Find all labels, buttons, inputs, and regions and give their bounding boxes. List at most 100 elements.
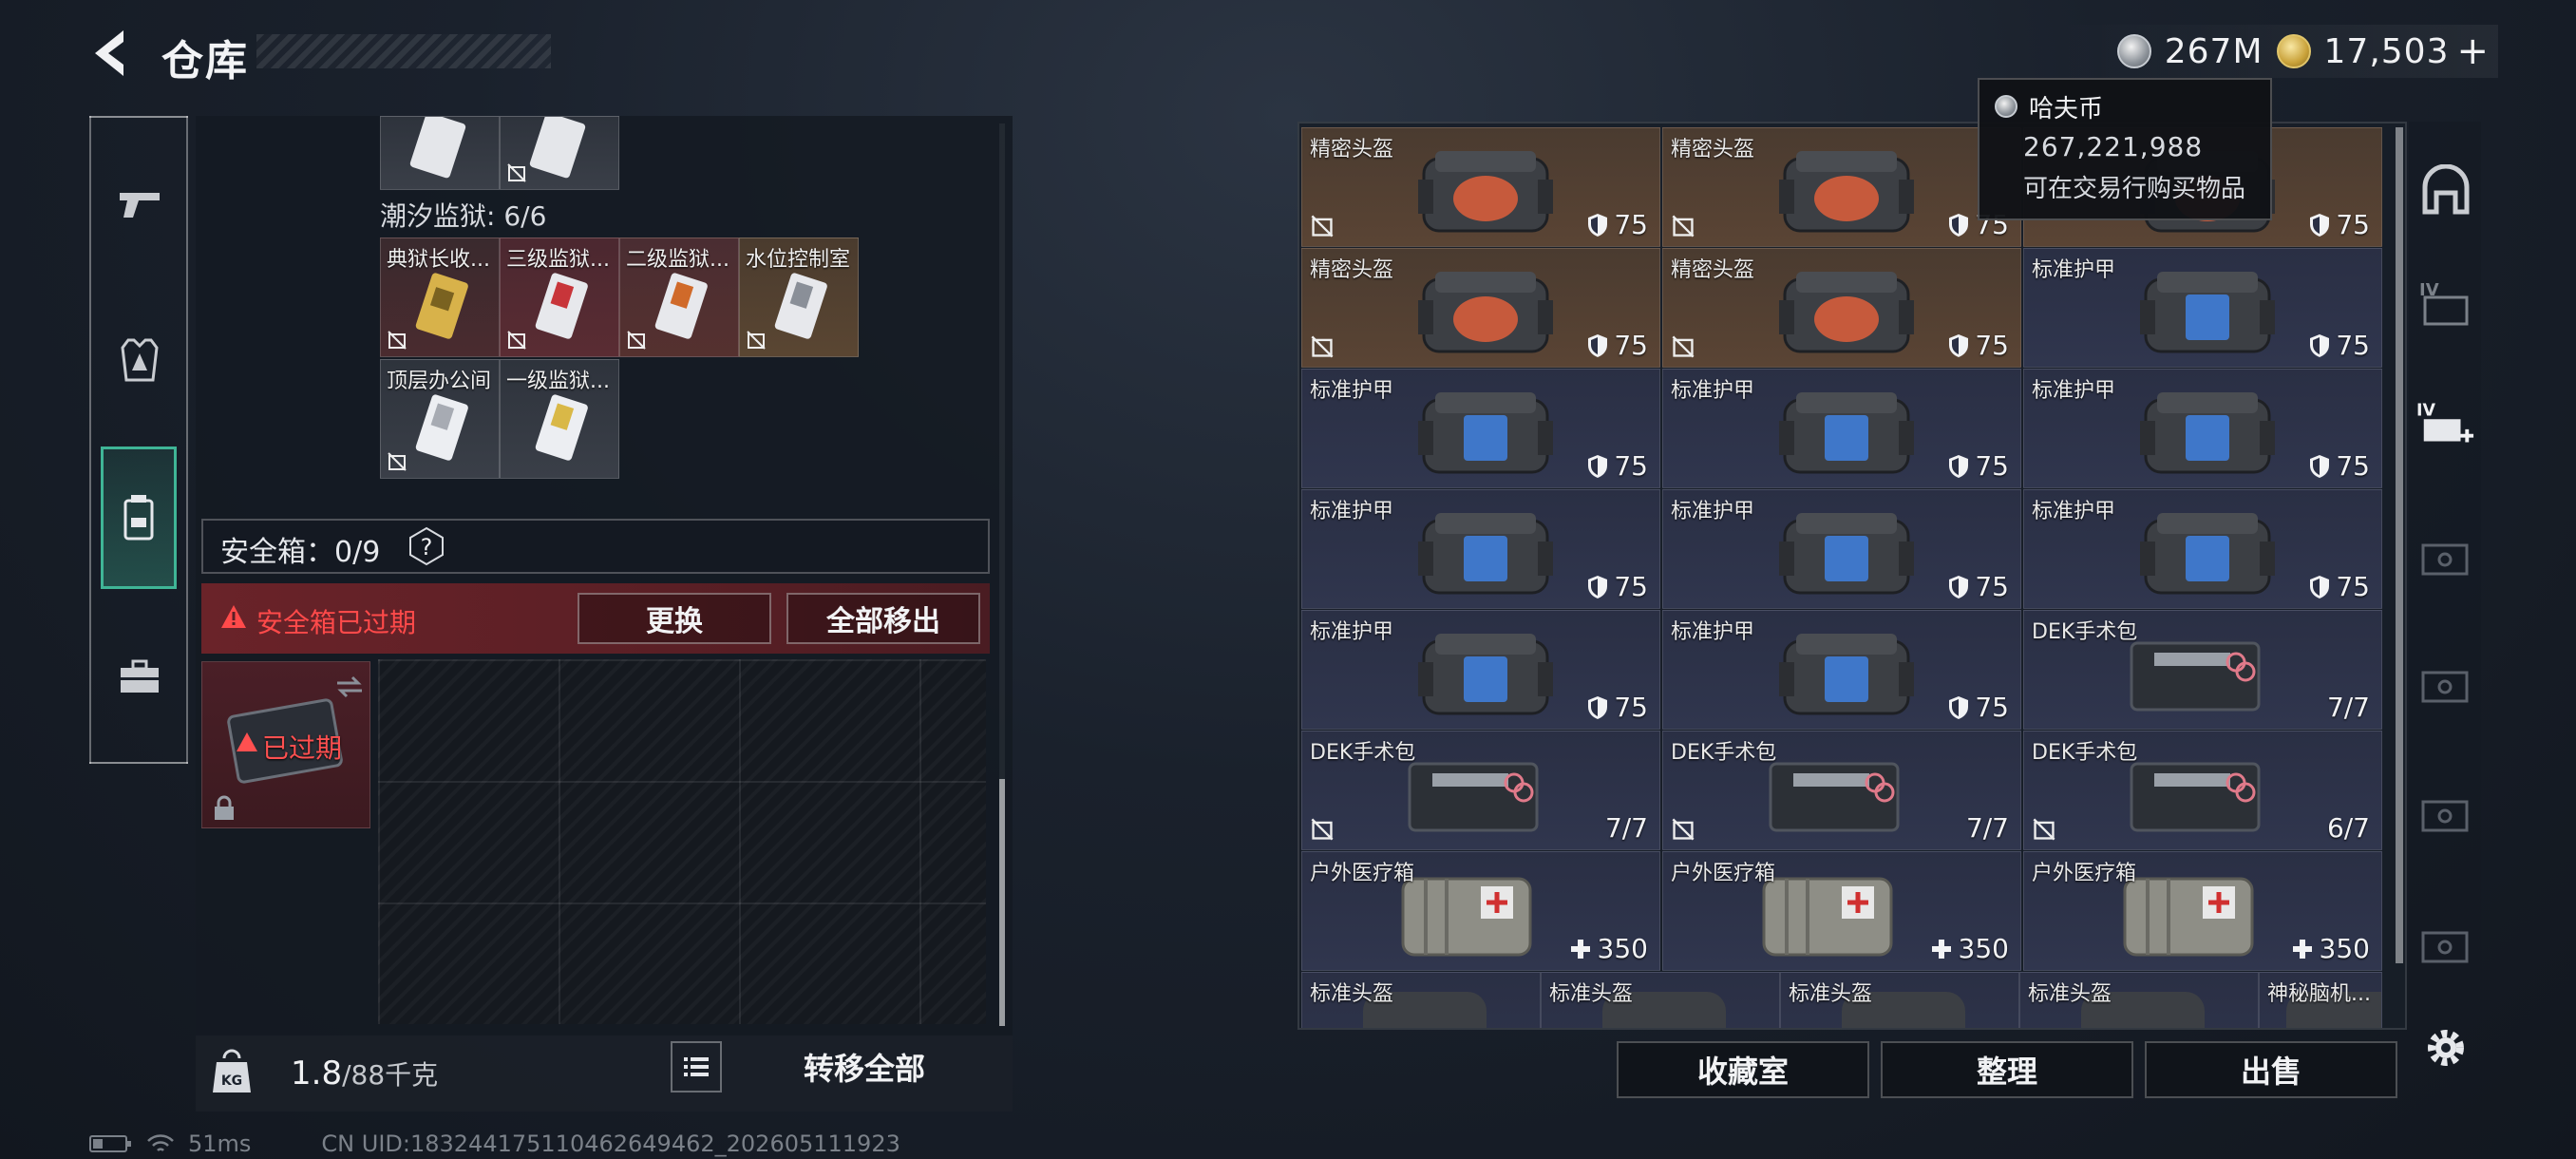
keycard-icon [415,394,468,461]
armor-icon [2140,513,2275,595]
case-icon [2421,800,2469,832]
left-scrollbar[interactable] [999,779,1005,1026]
page-title: 仓库 [161,37,249,86]
gold-coin-icon[interactable] [2276,34,2311,68]
warehouse-item[interactable]: 精密头盔 75 [1662,127,2021,247]
warehouse-item[interactable]: DEK手术包 7/7 [1301,731,1660,850]
warehouse-item[interactable]: 精密头盔 75 [1301,248,1660,368]
replace-button[interactable]: 更换 [578,593,771,644]
warehouse-item[interactable]: DEK手术包 6/7 [2023,731,2382,850]
organize-button[interactable]: 整理 [1881,1041,2133,1098]
warehouse-item[interactable]: 精密头盔 75 [1662,248,2021,368]
key-card-label: 一级监狱... [506,370,610,393]
warehouse-item[interactable]: 户外医疗箱 350 [1662,851,2021,971]
warehouse-item[interactable]: 标准护甲 75 [2023,489,2382,609]
no-insure-icon [1672,335,1695,358]
warehouse-item[interactable]: 户外医疗箱 350 [1301,851,1660,971]
item-stat: 75 [1587,571,1648,602]
warehouse-item[interactable]: 标准头盔 [1301,972,1541,1028]
remove-all-button[interactable]: 全部移出 [786,593,980,644]
key-card[interactable]: 三级监狱... [500,238,619,357]
silver-coin-icon [1995,95,2017,118]
no-insure-icon [627,331,646,350]
no-insure-icon [1311,818,1334,841]
add-storage-tab[interactable]: IV [2416,397,2475,456]
key-card[interactable]: 一级监狱... [500,359,619,479]
storage-tab-locked[interactable] [2416,656,2475,714]
help-icon[interactable]: ? [407,526,446,566]
safebox-expired-text: 安全箱已过期 [256,607,417,638]
storage-tab-main[interactable] [2416,162,2475,220]
nav-armor[interactable] [99,319,180,401]
add-currency-button[interactable]: + [2456,29,2489,73]
warehouse-item[interactable]: DEK手术包 7/7 [1662,731,2021,850]
item-name: 神秘脑机... [2267,982,2371,1006]
warehouse-item[interactable]: 标准护甲 75 [1662,369,2021,488]
expired-label: 已过期 [262,732,343,764]
durability-icon [2310,454,2330,478]
list-view-button[interactable] [671,1041,722,1092]
warehouse-item[interactable]: 标准护甲 75 [1301,489,1660,609]
warehouse-item[interactable]: 标准头盔 [1541,972,1780,1028]
no-insure-icon [388,452,407,471]
weight-current: 1.8 [291,1054,343,1092]
key-card[interactable]: 顶层办公间 [380,359,500,479]
keycard-icon [774,273,827,339]
warehouse-item[interactable]: DEK手术包 7/7 [2023,610,2382,730]
armor-icon [2140,272,2275,353]
key-card[interactable]: 典狱长收... [380,238,500,357]
battery-icon [89,1135,131,1152]
item-name: 标准头盔 [1789,982,1873,1006]
transfer-all-button[interactable]: 转移全部 [741,1041,988,1092]
warehouse-item[interactable]: 标准护甲 75 [1301,369,1660,488]
warehouse-item[interactable]: 标准头盔 [2019,972,2259,1028]
uid-readout: CN UID:1832441751104626494​62_2026051119… [321,1130,900,1157]
item-name: DEK手术包 [1310,741,1416,765]
item-name: 标准护甲 [1310,620,1394,644]
haf-coin-amount[interactable]: 267M [2165,32,2263,71]
nav-backpack[interactable] [101,446,177,589]
helmet-icon [1779,272,1914,353]
warehouse-item[interactable]: 标准头盔 [1780,972,2019,1028]
collection-button[interactable]: 收藏室 [1617,1041,1869,1098]
nav-weapon[interactable] [99,163,180,245]
storage-tab-locked[interactable] [2416,916,2475,975]
safebox-grid[interactable] [378,659,986,1024]
key-card[interactable] [500,116,619,190]
armor-icon [1779,634,1914,715]
storage-tab-iv[interactable]: IV [2416,274,2475,332]
key-card[interactable]: 水位控制室 [739,238,859,357]
bond-amount[interactable]: 17,503 [2324,32,2450,71]
key-card[interactable] [380,116,500,190]
item-name: 标准护甲 [1671,379,1755,403]
armor-icon [1779,513,1914,595]
storage-tab-locked[interactable] [2416,785,2475,844]
nav-case[interactable] [99,636,180,718]
sell-button[interactable]: 出售 [2145,1041,2397,1098]
storage-tab-locked[interactable] [2416,528,2475,587]
back-arrow-icon[interactable] [85,27,133,80]
warehouse-item[interactable]: 户外医疗箱 350 [2023,851,2382,971]
warehouse-item[interactable]: 标准护甲 75 [1662,610,2021,730]
svg-text:KG: KG [221,1074,242,1089]
warehouse-item[interactable]: 标准护甲 75 [2023,248,2382,368]
settings-button[interactable] [2416,1018,2475,1077]
warehouse-item[interactable]: 标准护甲 75 [1301,610,1660,730]
item-stat: 75 [1587,330,1648,361]
key-card[interactable]: 二级监狱... [619,238,739,357]
item-name: 精密头盔 [1310,138,1394,162]
warehouse-item[interactable]: 精密头盔 75 [1301,127,1660,247]
silver-coin-icon[interactable] [2116,34,2151,68]
warehouse-item[interactable]: 神秘脑机... [2259,972,2382,1028]
no-insure-icon [507,331,526,350]
durability-icon [1588,454,1608,478]
durability-icon [1949,333,1969,357]
warehouse-item[interactable]: 标准护甲 75 [1662,489,2021,609]
svg-text:?: ? [421,534,433,560]
warehouse-scrollbar[interactable] [2396,127,2403,963]
case-icon [2421,543,2469,576]
warehouse-item[interactable]: 标准护甲 75 [2023,369,2382,488]
rail-top-edge [89,116,188,118]
no-insure-icon [1672,818,1695,841]
wifi-icon [147,1134,174,1151]
